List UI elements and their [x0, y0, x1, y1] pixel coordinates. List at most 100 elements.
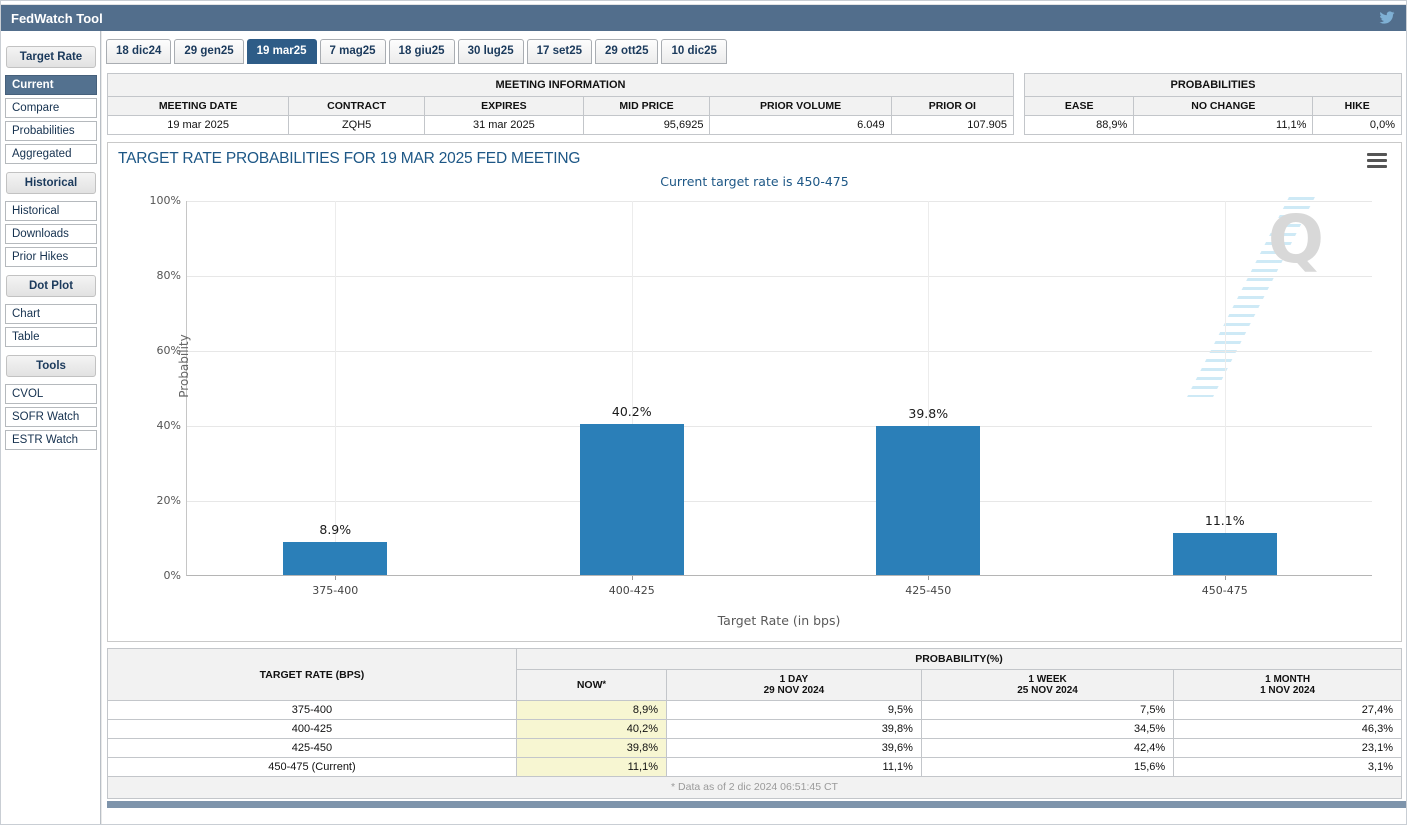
- now-cell: 8,9%: [516, 701, 666, 720]
- sidebar-item-probabilities[interactable]: Probabilities: [5, 121, 97, 141]
- bottom-bar: [107, 801, 1407, 808]
- tab-18-dic24[interactable]: 18 dic24: [106, 39, 171, 64]
- y-gridline: [187, 351, 1372, 352]
- col-prior-oi: PRIOR OI: [891, 97, 1013, 116]
- x-category-label: 450-475: [1202, 584, 1248, 597]
- table-row: 450-475 (Current) 11,1% 11,1% 15,6% 3,1%: [108, 758, 1402, 777]
- sidebar-item-table[interactable]: Table: [5, 327, 97, 347]
- probability-bar: [876, 426, 980, 575]
- expires-value: 31 mar 2025: [425, 116, 584, 135]
- col-contract: CONTRACT: [289, 97, 425, 116]
- x-tick: [632, 576, 633, 580]
- sidebar-item-compare[interactable]: Compare: [5, 98, 97, 118]
- col-1-day-label: 1 DAY: [673, 674, 915, 685]
- target-rate-probabilities-chart: TARGET RATE PROBABILITIES FOR 19 MAR 202…: [107, 142, 1402, 642]
- sidebar-item-downloads[interactable]: Downloads: [5, 224, 97, 244]
- sidebar-item-aggregated[interactable]: Aggregated: [5, 144, 97, 164]
- col-1-day: 1 DAY29 NOV 2024: [666, 670, 921, 701]
- twitter-icon[interactable]: [1378, 10, 1396, 26]
- now-asterisk: *: [603, 679, 607, 689]
- col-1-month: 1 MONTH1 NOV 2024: [1174, 670, 1402, 701]
- week-cell: 7,5%: [921, 701, 1173, 720]
- data-as-of-footnote: * Data as of 2 dic 2024 06:51:45 CT: [107, 777, 1402, 799]
- col-prior-volume: PRIOR VOLUME: [710, 97, 891, 116]
- sidebar-item-historical[interactable]: Historical: [5, 201, 97, 221]
- now-cell: 40,2%: [516, 720, 666, 739]
- sidebar-item-cvol[interactable]: CVOL: [5, 384, 97, 404]
- col-group-probability: PROBABILITY(%): [516, 649, 1401, 670]
- sidebar-item-prior-hikes[interactable]: Prior Hikes: [5, 247, 97, 267]
- y-tick-label: 0%: [121, 569, 181, 582]
- y-tick-label: 100%: [121, 194, 181, 207]
- meeting-information-table: MEETING INFORMATION MEETING DATE CONTRAC…: [107, 73, 1014, 135]
- tab-19-mar25[interactable]: 19 mar25: [247, 39, 317, 64]
- tab-10-dic25[interactable]: 10 dic25: [661, 39, 726, 64]
- rate-cell: 450-475 (Current): [108, 758, 517, 777]
- y-tick-label: 80%: [121, 269, 181, 282]
- y-tick-label: 20%: [121, 494, 181, 507]
- bar-value-label: 40.2%: [612, 404, 652, 419]
- col-ease: EASE: [1025, 97, 1134, 116]
- tab-18-giu25[interactable]: 18 giu25: [389, 39, 455, 64]
- x-tick: [928, 576, 929, 580]
- col-1-week: 1 WEEK25 NOV 2024: [921, 670, 1173, 701]
- sidebar-header-dot-plot[interactable]: Dot Plot: [6, 275, 96, 297]
- quikstrike-watermark-q: Q: [1268, 207, 1324, 273]
- prior-volume-value: 6.049: [710, 116, 891, 135]
- probability-bar: [283, 542, 387, 575]
- chart-subtitle: Current target rate is 450-475: [108, 174, 1401, 189]
- y-gridline: [187, 201, 1372, 202]
- col-target-rate-bps: TARGET RATE (BPS): [108, 649, 517, 701]
- sidebar-item-chart[interactable]: Chart: [5, 304, 97, 324]
- sidebar-header-tools[interactable]: Tools: [6, 355, 96, 377]
- day-cell: 11,1%: [666, 758, 921, 777]
- tab-29-ott25[interactable]: 29 ott25: [595, 39, 658, 64]
- month-cell: 46,3%: [1174, 720, 1402, 739]
- x-axis-title: Target Rate (in bps): [186, 613, 1372, 628]
- probabilities-summary-table: PROBABILITIES EASE NO CHANGE HIKE 88,9% …: [1024, 73, 1402, 135]
- probability-detail-table-wrap: TARGET RATE (BPS) PROBABILITY(%) NOW* 1 …: [107, 648, 1402, 799]
- hike-value: 0,0%: [1313, 116, 1402, 135]
- tab-17-set25[interactable]: 17 set25: [527, 39, 592, 64]
- x-category-label: 400-425: [609, 584, 655, 597]
- chart-menu-icon[interactable]: [1367, 153, 1387, 171]
- col-1-week-date: 25 NOV 2024: [928, 685, 1167, 696]
- col-1-day-date: 29 NOV 2024: [673, 685, 915, 696]
- sidebar: Target Rate Current Compare Probabilitie…: [1, 31, 101, 825]
- col-mid-price: MID PRICE: [583, 97, 710, 116]
- tab-29-gen25[interactable]: 29 gen25: [174, 39, 243, 64]
- bar-value-label: 39.8%: [908, 406, 948, 421]
- sidebar-item-current[interactable]: Current: [5, 75, 97, 95]
- sidebar-header-historical[interactable]: Historical: [6, 172, 96, 194]
- day-cell: 9,5%: [666, 701, 921, 720]
- sidebar-header-target-rate[interactable]: Target Rate: [6, 46, 96, 68]
- week-cell: 34,5%: [921, 720, 1173, 739]
- prior-oi-value: 107.905: [891, 116, 1013, 135]
- month-cell: 27,4%: [1174, 701, 1402, 720]
- y-gridline: [187, 426, 1372, 427]
- week-cell: 42,4%: [921, 739, 1173, 758]
- meeting-date-tabs: 18 dic24 29 gen25 19 mar25 7 mag25 18 gi…: [102, 31, 1407, 64]
- main-area: 18 dic24 29 gen25 19 mar25 7 mag25 18 gi…: [101, 31, 1407, 825]
- rate-cell: 400-425: [108, 720, 517, 739]
- day-cell: 39,8%: [666, 720, 921, 739]
- probabilities-title: PROBABILITIES: [1025, 74, 1402, 97]
- fedwatch-page: FedWatch Tool Target Rate Current Compar…: [0, 0, 1407, 825]
- x-category-label: 375-400: [312, 584, 358, 597]
- meeting-info-title: MEETING INFORMATION: [108, 74, 1014, 97]
- rate-cell: 425-450: [108, 739, 517, 758]
- now-label: NOW: [577, 679, 603, 691]
- content: MEETING INFORMATION MEETING DATE CONTRAC…: [102, 64, 1407, 808]
- probability-bar: [580, 424, 684, 575]
- sidebar-item-sofr-watch[interactable]: SOFR Watch: [5, 407, 97, 427]
- y-tick-label: 60%: [121, 344, 181, 357]
- sidebar-item-estr-watch[interactable]: ESTR Watch: [5, 430, 97, 450]
- ease-value: 88,9%: [1025, 116, 1134, 135]
- tab-7-mag25[interactable]: 7 mag25: [320, 39, 386, 64]
- x-tick: [1225, 576, 1226, 580]
- no-change-value: 11,1%: [1134, 116, 1313, 135]
- month-cell: 3,1%: [1174, 758, 1402, 777]
- y-axis-title: Probability: [177, 306, 191, 426]
- col-meeting-date: MEETING DATE: [108, 97, 289, 116]
- tab-30-lug25[interactable]: 30 lug25: [458, 39, 524, 64]
